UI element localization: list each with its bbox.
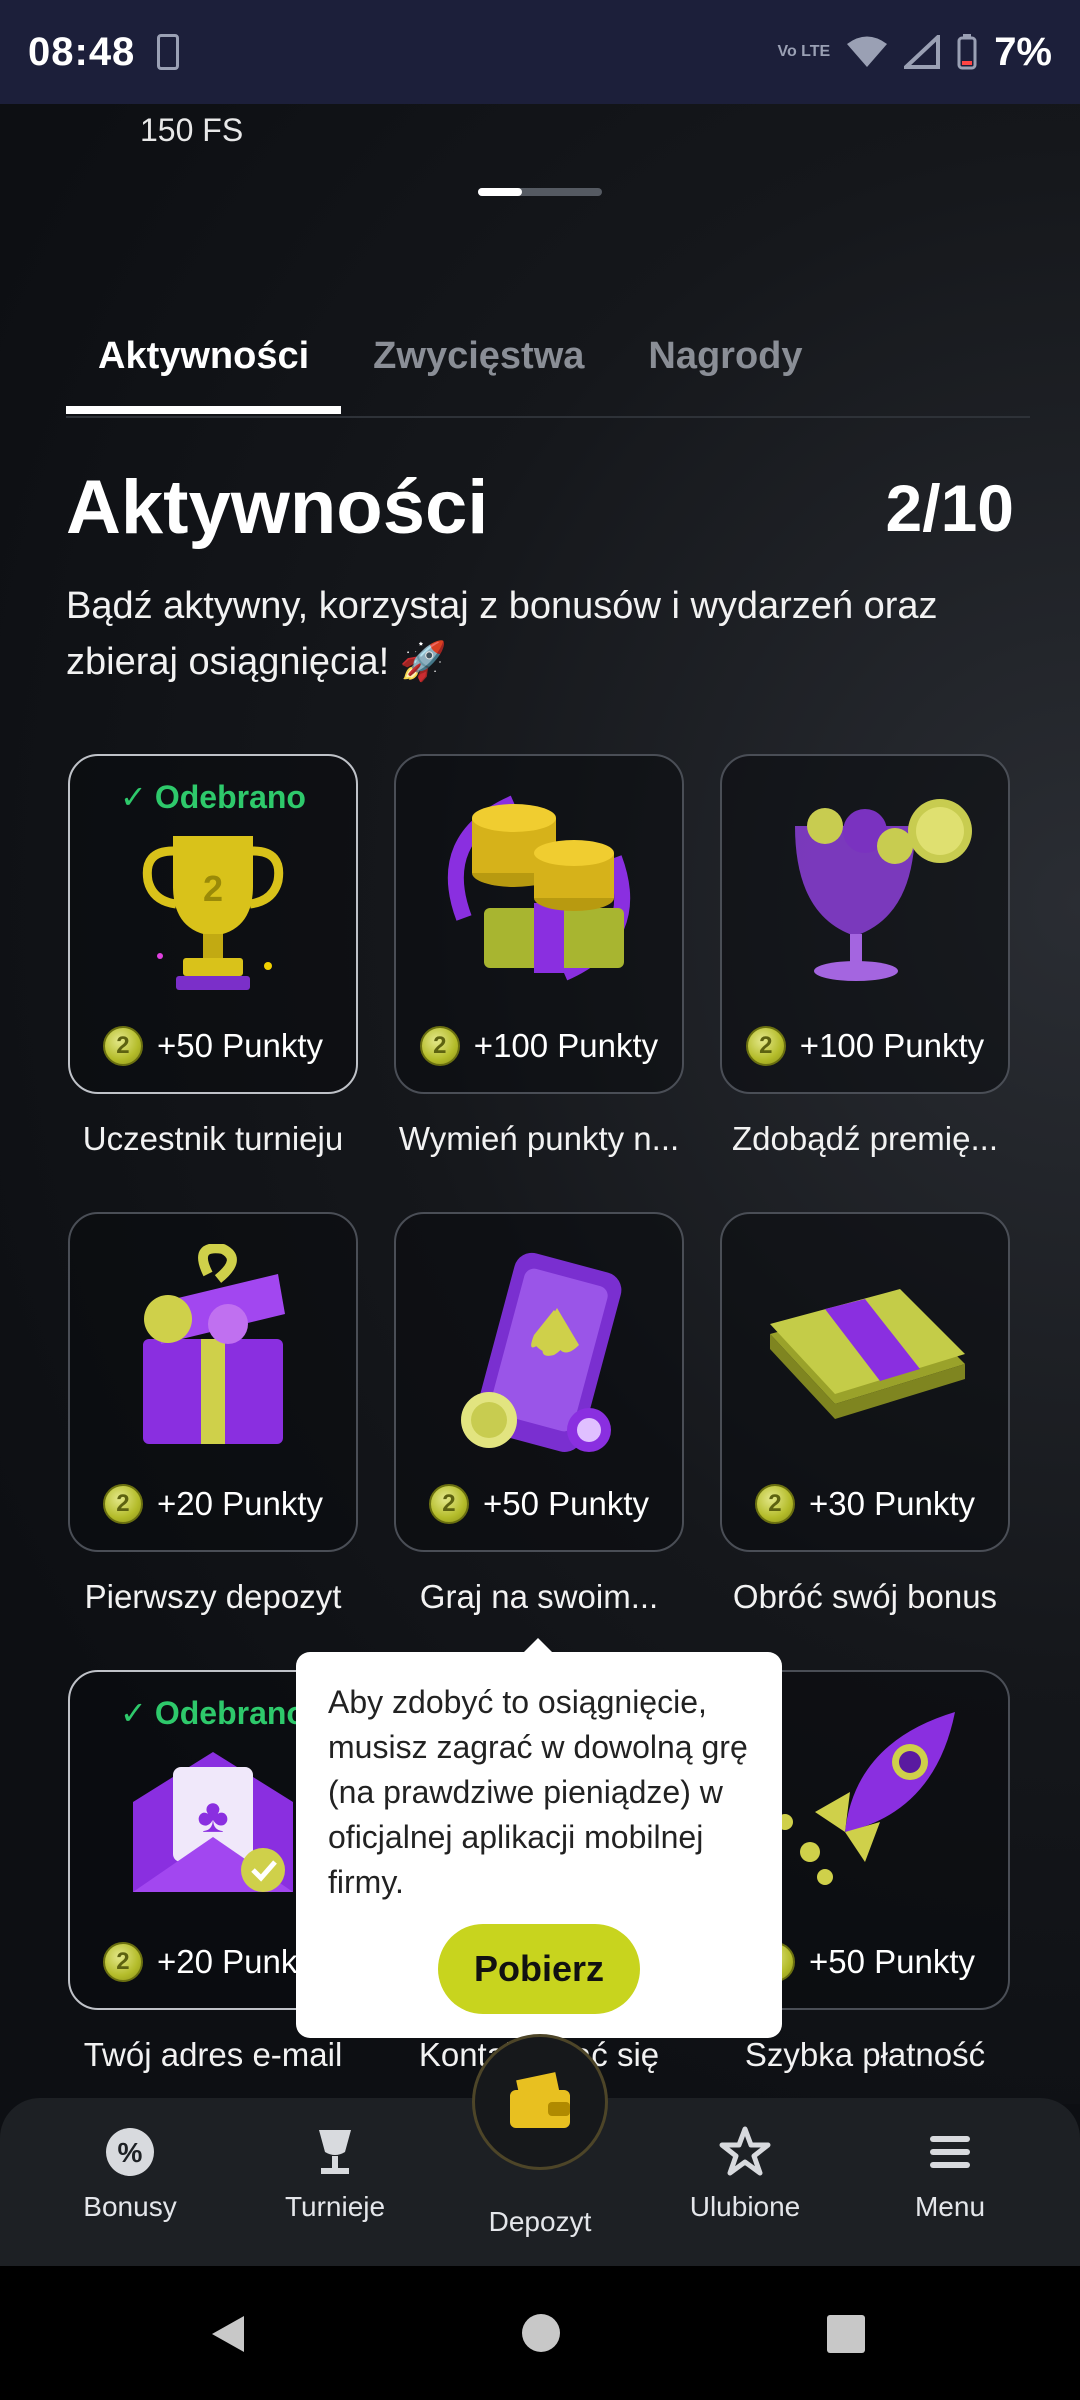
tab-zwyciestwa[interactable]: Zwycięstwa [341,304,616,414]
battery-percent: 7% [994,29,1052,74]
nav-turnieje[interactable]: Turnieje [235,2098,435,2266]
deposit-button[interactable] [472,2034,608,2170]
coin-icon [102,1484,143,1524]
cash-stack-icon [770,1289,965,1419]
phone-icon [157,34,180,70]
signal-icon [904,35,941,69]
achievement-card[interactable]: ✓Odebrano 2 +50 Punkty [68,754,358,1094]
achievement-card[interactable]: +20 Punkty [68,1212,358,1552]
coin-icon [745,1026,786,1066]
points-reward: +30 Punkty [722,1484,1008,1524]
section-description: Bądź aktywny, korzystaj z bonusów i wyda… [66,585,938,683]
envelope-icon: ♣ [133,1752,293,1892]
trophy-cup-icon [319,2130,351,2174]
coin-icon [419,1026,460,1066]
achievement-title: Twój adres e-mail [83,2036,343,2073]
wifi-icon [847,36,888,67]
volte-icon: Vo LTE [777,43,831,60]
tab-bar: Aktywności Zwycięstwa Nagrody [66,304,1030,418]
achievement-title: Obróć swój bonus [732,1578,998,1615]
coins-exchange-icon [447,795,631,981]
achievement-card[interactable]: +100 Punkty [720,754,1010,1094]
achievement-title: Wymień punkty n... [398,1120,680,1157]
home-icon[interactable] [520,2312,562,2354]
gift-box-icon [143,1244,285,1444]
svg-text:♣: ♣ [197,1790,229,1843]
cocktail-glass-icon [795,799,972,981]
status-time: 08:48 [28,29,136,74]
points-reward: +100 Punkty [722,1026,1008,1066]
achievement-card[interactable]: +50 Punkty [394,1212,684,1552]
points-reward: +50 Punkty [396,1484,682,1524]
achievement-title: Zdobądź premię... [732,1120,998,1157]
achievement-title: Graj na swoim... [419,1578,659,1615]
back-icon[interactable] [206,2312,250,2356]
system-nav-bar [0,2266,1080,2400]
check-icon: ✓ [120,1695,147,1731]
recents-icon[interactable] [826,2314,866,2354]
trophy-icon: 2 [142,836,284,990]
nav-depozyt[interactable]: Depozyt [440,2034,640,2266]
hamburger-icon [930,2136,970,2168]
download-button[interactable]: Pobierz [438,1924,640,2014]
achievement-title: Pierwszy depozyt [84,1578,342,1615]
svg-text:%: % [118,2137,143,2168]
achievement-tooltip: Aby zdobyć to osiągnięcie, musisz zagrać… [296,1652,782,2038]
bottom-nav: % Bonusy Turnieje Depozyt Ulubione Menu [0,2034,1080,2266]
check-icon: ✓ [120,779,147,815]
nav-menu[interactable]: Menu [850,2098,1050,2266]
claimed-badge: ✓ Odebrano [120,779,306,815]
svg-text:2: 2 [203,868,223,909]
tooltip-text: Aby zdobyć to osiągnięcie, musisz zagrać… [328,1684,748,1900]
percent-flower-icon: % [106,2128,154,2176]
achievement-title: Szybka płatność [744,2036,986,2073]
free-spins-label: 150 FS [140,112,244,148]
nav-ulubione[interactable]: Ulubione [645,2098,845,2266]
points-reward: +20 Punkty [70,1484,356,1524]
achievement-progress: 2/10 [885,471,1014,545]
points-reward: +50 Punkty [70,1026,356,1066]
achievement-card[interactable]: +30 Punkty [720,1212,1010,1552]
page-title: Aktywności [66,465,489,550]
status-bar: 08:48 Vo LTE 7% [0,0,1080,104]
battery-icon [957,34,977,70]
wallet-icon [510,2072,570,2128]
coin-icon [428,1484,469,1524]
tab-aktywnosci[interactable]: Aktywności [66,304,342,414]
coin-icon [102,1942,143,1982]
star-icon [719,2126,771,2176]
rocket-icon [777,1712,955,1885]
nav-bonusy[interactable]: % Bonusy [30,2098,230,2266]
achievement-title: Uczestnik turnieju [82,1120,344,1157]
achievement-card[interactable]: +100 Punkty [394,754,684,1094]
phone-spade-icon [461,1252,622,1452]
tab-nagrody[interactable]: Nagrody [616,304,834,414]
coin-icon [102,1026,143,1066]
coin-icon [754,1484,795,1524]
points-reward: +100 Punkty [396,1026,682,1066]
sheet-handle-indicator [478,188,522,196]
